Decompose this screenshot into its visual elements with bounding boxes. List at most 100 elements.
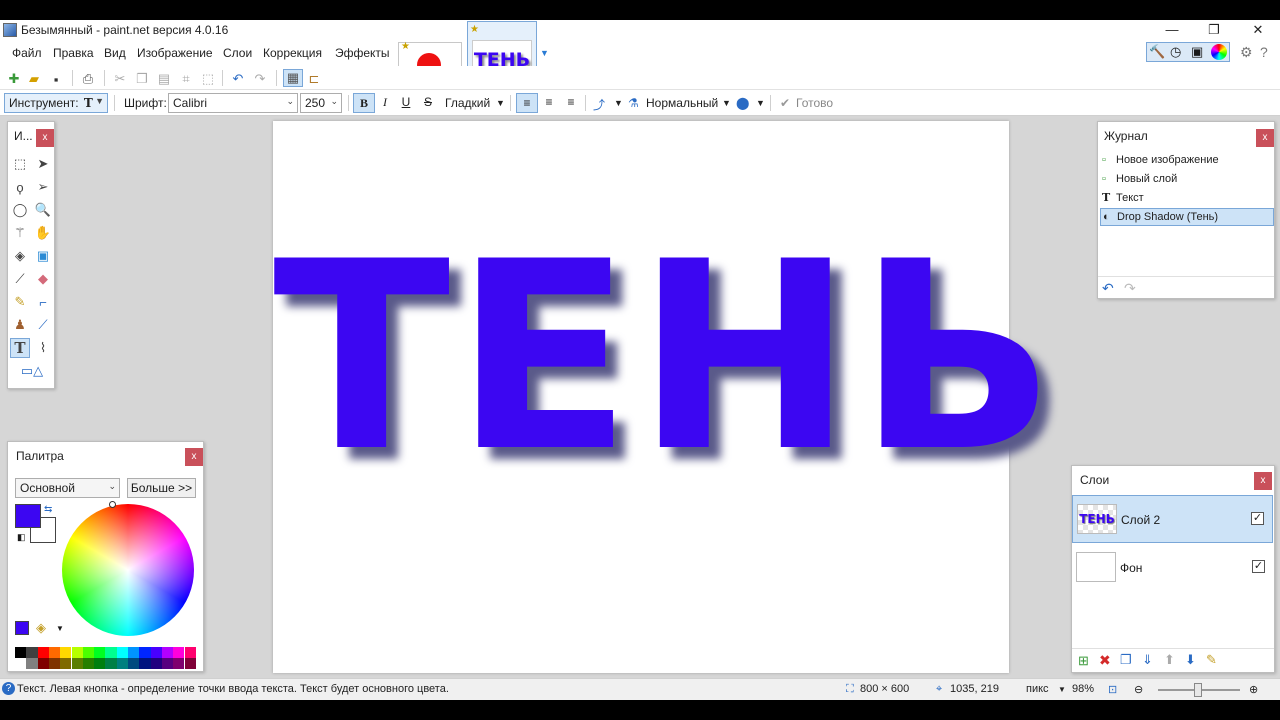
color-swatch[interactable]	[161, 647, 174, 658]
move-selected-icon[interactable]: ➤	[33, 154, 53, 174]
duplicate-layer-icon[interactable]: ❐	[1120, 652, 1132, 668]
font-family-select[interactable]: Calibri ⌄	[168, 93, 298, 113]
crop-icon[interactable]: ⌗	[178, 71, 194, 87]
menu-effects[interactable]: Эффекты	[335, 46, 390, 60]
add-color-icon[interactable]	[15, 621, 29, 635]
color-swatch[interactable]	[94, 647, 106, 658]
undo-icon[interactable]: ↶	[230, 71, 246, 87]
color-swatch[interactable]	[48, 658, 61, 669]
chevron-down-icon[interactable]: ▼	[496, 98, 505, 108]
history-toggle-icon[interactable]: ◷	[1170, 44, 1181, 60]
color-swatch[interactable]	[105, 658, 117, 669]
recolor-icon[interactable]: ⟋	[33, 315, 53, 335]
copy-icon[interactable]: ❐	[134, 71, 150, 87]
maximize-button[interactable]: ❐	[1194, 20, 1234, 42]
color-swatch[interactable]	[26, 658, 38, 669]
italic-button[interactable]: I	[374, 93, 396, 113]
primary-color-swatch[interactable]	[15, 504, 41, 528]
move-layer-down-icon[interactable]: ⬇	[1185, 652, 1196, 668]
tool-selector[interactable]: Инструмент: T ▼	[4, 93, 108, 113]
color-swatch[interactable]	[94, 658, 106, 669]
bold-button[interactable]: B	[353, 93, 375, 113]
color-swatch[interactable]	[48, 647, 61, 658]
move-selection-icon[interactable]: ➢	[33, 177, 53, 197]
history-item-selected[interactable]: ◐ Drop Shadow (Тень)	[1100, 208, 1274, 226]
color-wheel-handle[interactable]	[109, 501, 116, 508]
color-swatch[interactable]	[184, 658, 196, 669]
clone-stamp-icon[interactable]: ♟	[10, 315, 30, 335]
color-swatch[interactable]	[82, 647, 95, 658]
pencil-icon[interactable]: ✎	[10, 292, 30, 312]
color-swatch[interactable]	[116, 658, 128, 669]
redo-icon[interactable]: ↷	[252, 71, 268, 87]
menu-image[interactable]: Изображение	[137, 46, 213, 60]
color-picker-icon[interactable]: ⌐	[33, 292, 53, 312]
chevron-down-icon[interactable]: ▼	[1058, 685, 1066, 694]
ruler-icon[interactable]: ⊏	[306, 71, 322, 87]
close-icon[interactable]: x	[185, 448, 203, 466]
minimize-button[interactable]: —	[1152, 20, 1192, 42]
history-item[interactable]: ▫ Новое изображение	[1100, 152, 1274, 170]
undo-icon[interactable]: ↶	[1102, 280, 1114, 297]
text-tool-icon[interactable]: T	[10, 338, 30, 358]
paintbrush-icon[interactable]: ⟋	[10, 269, 30, 289]
cut-icon[interactable]: ✂	[112, 71, 128, 87]
new-image-icon[interactable]: ✚	[6, 71, 22, 87]
align-center-icon[interactable]: ≡	[538, 93, 560, 113]
reset-colors-icon[interactable]: ◧	[17, 532, 26, 543]
color-swatch[interactable]	[116, 647, 128, 658]
color-swatch[interactable]	[82, 658, 95, 669]
color-swatch[interactable]	[60, 647, 72, 658]
color-swatch[interactable]	[37, 647, 49, 658]
ellipse-select-icon[interactable]: ◯	[10, 200, 30, 220]
pixel-grid-icon[interactable]: ▦	[283, 69, 303, 87]
history-item[interactable]: ▫ Новый слой	[1100, 171, 1274, 189]
zoom-value[interactable]: 98%	[1072, 683, 1094, 695]
align-right-icon[interactable]: ≡	[560, 93, 582, 113]
paste-icon[interactable]: ▤	[156, 71, 172, 87]
eraser-icon[interactable]: ◆	[33, 269, 53, 289]
color-swatch[interactable]	[128, 658, 140, 669]
menu-layers[interactable]: Слои	[223, 46, 252, 60]
color-swatch[interactable]	[150, 647, 162, 658]
close-icon[interactable]: x	[1256, 129, 1274, 147]
zoom-to-window-icon[interactable]: ⊡	[1108, 683, 1117, 696]
redo-icon[interactable]: ↷	[1124, 280, 1136, 297]
merge-down-icon[interactable]: ⇓	[1142, 652, 1153, 668]
layer-properties-icon[interactable]: ✎	[1206, 652, 1217, 668]
tabs-dropdown-icon[interactable]: ▼	[540, 48, 549, 58]
image-canvas[interactable]: ТЕНЬ	[273, 121, 1056, 673]
magic-wand-icon[interactable]: ⚚	[10, 223, 30, 243]
pan-icon[interactable]: ✋	[33, 223, 53, 243]
color-swatch[interactable]	[128, 647, 140, 658]
chevron-down-icon[interactable]: ▼	[56, 624, 64, 633]
color-swatch[interactable]	[150, 658, 162, 669]
layer-visibility-checkbox[interactable]: ✓	[1251, 512, 1264, 525]
menu-view[interactable]: Вид	[104, 46, 126, 60]
color-swatch[interactable]	[173, 658, 185, 669]
strikethrough-button[interactable]: S	[417, 93, 439, 113]
colors-toggle-icon[interactable]	[1211, 44, 1227, 60]
color-swatch[interactable]	[71, 647, 83, 658]
zoom-in-icon[interactable]: ⊕	[1249, 683, 1258, 696]
color-swatch[interactable]	[26, 647, 38, 658]
swap-colors-icon[interactable]: ⇆	[44, 504, 52, 515]
tools-toggle-icon[interactable]: 🔨	[1149, 44, 1165, 60]
units-selector[interactable]: пикс	[1026, 683, 1049, 695]
print-icon[interactable]: ⎙	[80, 71, 96, 87]
color-swatch[interactable]	[139, 647, 151, 658]
color-swatch[interactable]	[139, 658, 151, 669]
palette-preset-select[interactable]: Основной ⌄	[15, 478, 120, 498]
color-swatch[interactable]	[15, 647, 27, 658]
lasso-select-icon[interactable]: ϙ	[10, 177, 30, 197]
paint-bucket-icon[interactable]: ◈	[10, 246, 30, 266]
settings-gear-icon[interactable]: ⚙	[1240, 44, 1253, 61]
color-swatch[interactable]	[15, 658, 27, 669]
close-icon[interactable]: x	[36, 129, 54, 147]
layer-visibility-checkbox[interactable]: ✓	[1252, 560, 1265, 573]
menu-edit[interactable]: Правка	[53, 46, 94, 60]
help-icon[interactable]: ?	[1260, 44, 1268, 60]
menu-file[interactable]: Файл	[12, 46, 42, 60]
more-button[interactable]: Больше >>	[127, 478, 196, 498]
zoom-slider-thumb[interactable]	[1194, 683, 1202, 697]
